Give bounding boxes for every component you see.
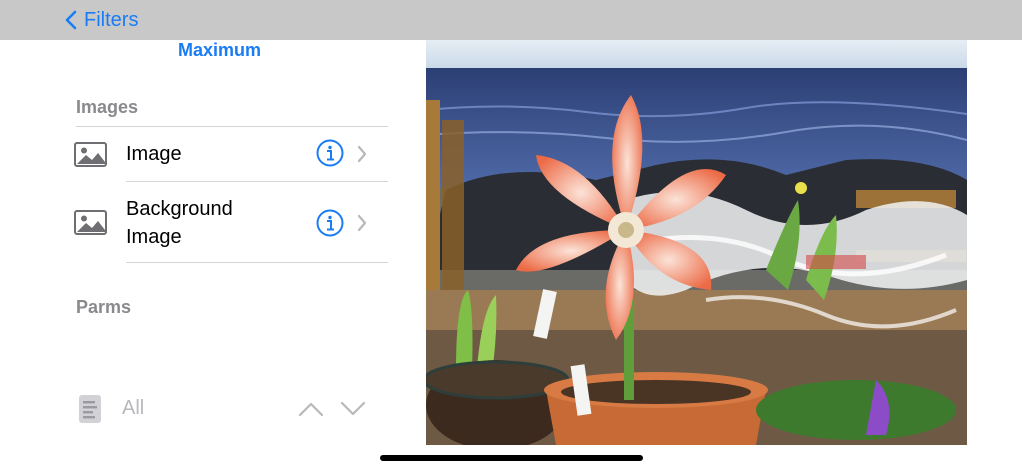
divider [126, 262, 388, 263]
filter-preview-image [426, 40, 967, 445]
document-icon [78, 394, 102, 429]
images-section-header: Images [76, 97, 139, 117]
image-row[interactable]: Image [0, 127, 420, 181]
photo-icon [74, 210, 107, 240]
background-image-row[interactable]: Background Image [0, 182, 420, 262]
chevron-right-icon [356, 145, 368, 168]
image-row-label: Image [126, 143, 182, 165]
all-label[interactable]: All [122, 397, 144, 420]
filter-mode-label[interactable]: Maximum [178, 40, 261, 61]
back-button[interactable]: Filters [64, 6, 138, 34]
parms-section-header: Parms [76, 297, 132, 317]
home-indicator [380, 455, 643, 461]
background-image-label-line2: Image [126, 226, 182, 248]
back-button-label: Filters [84, 8, 139, 31]
chevron-down-icon[interactable] [340, 400, 366, 423]
chevron-up-icon[interactable] [298, 400, 324, 423]
chevron-right-icon [356, 214, 368, 237]
photo-icon [74, 142, 107, 172]
background-image-label-line1: Background [126, 198, 233, 220]
navigation-bar: Filters [0, 0, 1022, 40]
info-icon[interactable] [316, 209, 344, 242]
info-icon[interactable] [316, 139, 344, 172]
chevron-left-icon [64, 10, 78, 30]
